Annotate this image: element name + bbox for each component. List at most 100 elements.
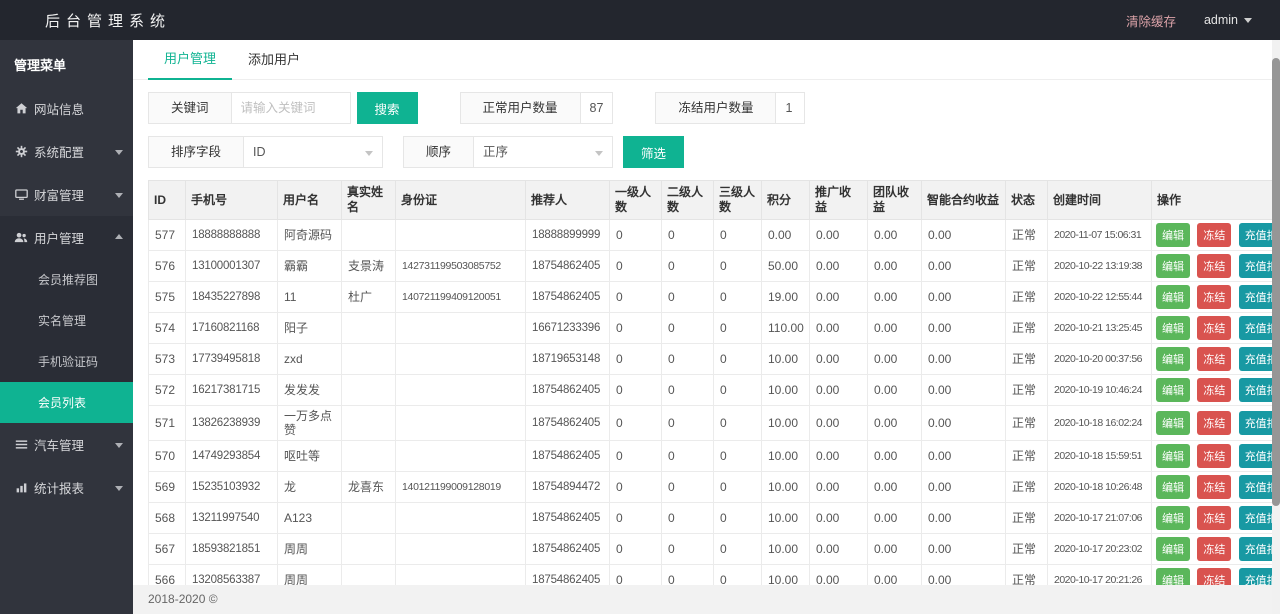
edit-button[interactable]: 编辑 — [1156, 378, 1190, 402]
filter-button[interactable]: 筛选 — [623, 136, 684, 168]
sidebar-item-statistics[interactable]: 统计报表 — [0, 466, 133, 509]
clear-cache-button[interactable]: 清除缓存 — [1126, 11, 1176, 30]
frozen-count-label: 冻结用户数量 — [655, 92, 776, 124]
user-menu[interactable]: admin — [1204, 13, 1252, 27]
freeze-button[interactable]: 冻结 — [1197, 537, 1231, 561]
cell-username: 阳子 — [278, 313, 342, 344]
cell-referrer: 18754862405 — [526, 406, 610, 441]
cell-referrer: 18754862405 — [526, 282, 610, 313]
freeze-button[interactable]: 冻结 — [1197, 506, 1231, 530]
order-group: 顺序 正序 — [403, 136, 613, 168]
cell-realname — [342, 220, 396, 251]
freeze-button[interactable]: 冻结 — [1197, 223, 1231, 247]
freeze-button[interactable]: 冻结 — [1197, 475, 1231, 499]
cell-actions: 编辑 冻结 充值扣款 — [1152, 313, 1278, 344]
sidebar-item-site-info[interactable]: 网站信息 — [0, 87, 133, 130]
cell-level2-count: 0 — [662, 282, 714, 313]
sort-field-select[interactable]: ID — [243, 136, 383, 168]
cell-team-income: 0.00 — [868, 375, 922, 406]
column-header: 推广收益 — [810, 181, 868, 220]
status-badge: 正常 — [1006, 472, 1048, 503]
sidebar-item-wealth[interactable]: 财富管理 — [0, 173, 133, 216]
cell-team-income: 0.00 — [868, 251, 922, 282]
edit-button[interactable]: 编辑 — [1156, 254, 1190, 278]
sidebar-item-system-config[interactable]: 系统配置 — [0, 130, 133, 173]
edit-button[interactable]: 编辑 — [1156, 475, 1190, 499]
cell-idcard — [396, 220, 526, 251]
column-header: 一级人数 — [610, 181, 662, 220]
vertical-scrollbar[interactable] — [1272, 40, 1280, 614]
search-button[interactable]: 搜索 — [357, 92, 418, 124]
cell-points: 10.00 — [762, 406, 810, 441]
tab-add-user[interactable]: 添加用户 — [232, 49, 316, 79]
freeze-button[interactable]: 冻结 — [1197, 411, 1231, 435]
freeze-button[interactable]: 冻结 — [1197, 285, 1231, 309]
edit-button[interactable]: 编辑 — [1156, 285, 1190, 309]
cell-actions: 编辑 冻结 充值扣款 — [1152, 503, 1278, 534]
edit-button[interactable]: 编辑 — [1156, 444, 1190, 468]
scrollbar-thumb[interactable] — [1272, 58, 1280, 506]
cell-idcard: 140721199409120051 — [396, 282, 526, 313]
cell-username: 周周 — [278, 534, 342, 565]
cell-idcard — [396, 313, 526, 344]
edit-button[interactable]: 编辑 — [1156, 411, 1190, 435]
cell-contract-income: 0.00 — [922, 375, 1006, 406]
freeze-button[interactable]: 冻结 — [1197, 378, 1231, 402]
cell-referrer: 18754862405 — [526, 251, 610, 282]
sidebar-item-member-referral[interactable]: 会员推荐图 — [0, 259, 133, 300]
cell-team-income: 0.00 — [868, 282, 922, 313]
order-select[interactable]: 正序 — [473, 136, 613, 168]
column-header: 二级人数 — [662, 181, 714, 220]
tab-user-management[interactable]: 用户管理 — [148, 48, 232, 80]
cell-id: 574 — [149, 313, 186, 344]
cell-idcard — [396, 344, 526, 375]
freeze-button[interactable]: 冻结 — [1197, 444, 1231, 468]
tab-bar: 用户管理 添加用户 — [133, 40, 1280, 80]
cell-phone: 13211997540 — [186, 503, 278, 534]
cell-username: A123 — [278, 503, 342, 534]
sidebar-item-label: 系统配置 — [34, 142, 84, 161]
edit-button[interactable]: 编辑 — [1156, 223, 1190, 247]
cell-id: 573 — [149, 344, 186, 375]
column-header: 真实姓名 — [342, 181, 396, 220]
column-header: 团队收益 — [868, 181, 922, 220]
edit-button[interactable]: 编辑 — [1156, 537, 1190, 561]
table-row: 569 15235103932 龙 龙喜东 140121199009128019… — [149, 472, 1278, 503]
cell-phone: 16217381715 — [186, 375, 278, 406]
cell-realname: 支景涛 — [342, 251, 396, 282]
cell-points: 19.00 — [762, 282, 810, 313]
sidebar-item-user-management[interactable]: 用户管理 — [0, 216, 133, 259]
cell-level3-count: 0 — [714, 313, 762, 344]
cell-level2-count: 0 — [662, 534, 714, 565]
table-row: 575 18435227898 11 杜广 140721199409120051… — [149, 282, 1278, 313]
topbar: 后台管理系统 清除缓存 admin — [0, 0, 1280, 40]
table-row: 567 18593821851 周周 18754862405 0 0 0 10.… — [149, 534, 1278, 565]
edit-button[interactable]: 编辑 — [1156, 347, 1190, 371]
user-management-submenu: 会员推荐图 实名管理 手机验证码 会员列表 — [0, 259, 133, 423]
sidebar-item-car-management[interactable]: 汽车管理 — [0, 423, 133, 466]
keyword-input[interactable] — [231, 92, 351, 124]
sidebar-item-member-list[interactable]: 会员列表 — [0, 382, 133, 423]
edit-button[interactable]: 编辑 — [1156, 316, 1190, 340]
sidebar-item-sms-code[interactable]: 手机验证码 — [0, 341, 133, 382]
cell-level1-count: 0 — [610, 220, 662, 251]
chevron-down-icon — [115, 150, 123, 155]
cell-idcard — [396, 441, 526, 472]
edit-button[interactable]: 编辑 — [1156, 506, 1190, 530]
chevron-down-icon — [115, 443, 123, 448]
cell-promo-income: 0.00 — [810, 313, 868, 344]
cell-idcard — [396, 375, 526, 406]
cell-idcard — [396, 406, 526, 441]
cell-realname: 杜广 — [342, 282, 396, 313]
cell-actions: 编辑 冻结 充值扣款 — [1152, 375, 1278, 406]
freeze-button[interactable]: 冻结 — [1197, 316, 1231, 340]
freeze-button[interactable]: 冻结 — [1197, 347, 1231, 371]
cell-idcard: 142731199503085752 — [396, 251, 526, 282]
cell-level2-count: 0 — [662, 441, 714, 472]
sidebar-item-label: 汽车管理 — [34, 435, 84, 454]
freeze-button[interactable]: 冻结 — [1197, 254, 1231, 278]
sidebar-item-realname-management[interactable]: 实名管理 — [0, 300, 133, 341]
normal-count-value: 87 — [580, 92, 614, 124]
cell-points: 10.00 — [762, 472, 810, 503]
chevron-up-icon — [115, 234, 123, 239]
